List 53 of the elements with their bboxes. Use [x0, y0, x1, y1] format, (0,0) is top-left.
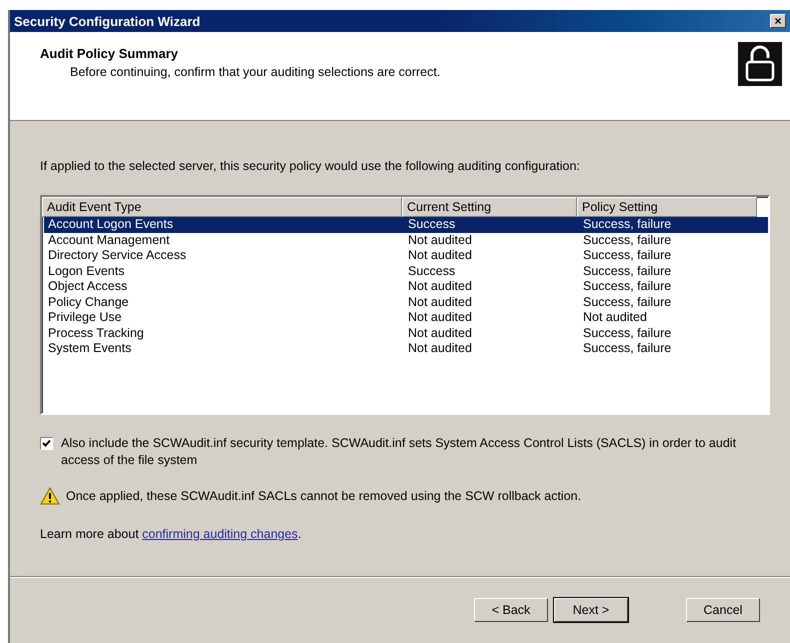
table-cell-text: Not audited — [407, 248, 473, 264]
list-row[interactable]: Process Tracking Not audited Success, failure — [44, 326, 768, 341]
page-title: Audit Policy Summary — [40, 46, 179, 61]
table-cell-text: Account Management — [47, 232, 171, 248]
back-button[interactable]: < Back — [474, 598, 548, 622]
checkbox-label: Also include the SCWAudit.inf security template. SCWAudit.inf sets System Access Control Lists (SACLS) in order to audit access of the file system — [61, 435, 738, 469]
close-button[interactable]: × — [770, 14, 786, 28]
table-cell-text: Success, failure — [582, 326, 672, 341]
table-cell-text: Directory Service Access — [47, 248, 188, 264]
cancel-button[interactable]: Cancel — [686, 598, 760, 622]
warning-text: Once applied, these SCWAudit.inf SACLs cannot be removed using the SCW rollback action. — [66, 489, 582, 503]
table-cell-text: Not audited — [407, 232, 473, 248]
column-header[interactable]: Audit Event Type — [42, 197, 402, 217]
list-row[interactable]: Account Logon Events Success Success, failure — [44, 217, 768, 232]
table-cell-text: Success, failure — [582, 341, 672, 356]
table-cell-text: Success — [407, 264, 456, 279]
window-title: Security Configuration Wizard — [14, 14, 200, 28]
table-cell-text: Object Access — [47, 279, 128, 294]
list-row[interactable]: Logon Events Success Success, failure — [44, 264, 768, 279]
table-cell-text: Process Tracking — [47, 326, 145, 341]
column-header[interactable]: Policy Setting — [577, 197, 757, 217]
table-cell-text: System Events — [47, 341, 132, 356]
table-cell-text: Not audited — [407, 279, 473, 294]
table-cell-text: Not audited — [582, 310, 648, 326]
table-cell-text: Success, failure — [582, 264, 672, 279]
table-cell-text: Policy Change — [47, 294, 130, 310]
table-cell-text: Privilege Use — [47, 310, 123, 326]
page-subtitle: Before continuing, confirm that your auditing selections are correct. — [70, 65, 440, 79]
table-cell-text: Logon Events — [47, 264, 126, 279]
table-cell-text: Not audited — [407, 326, 473, 341]
table-cell-text: Not audited — [407, 310, 473, 326]
table-cell-text: Success, failure — [582, 217, 672, 232]
list-row[interactable]: System Events Not audited Success, failure — [44, 341, 768, 356]
table-cell-text: Success — [407, 217, 456, 232]
table-cell-text: Success, failure — [582, 294, 672, 310]
list-row[interactable]: Object Access Not audited Success, failure — [44, 279, 768, 294]
intro-text: If applied to the selected server, this security policy would use the following auditing configuration: — [40, 159, 581, 173]
table-cell-text: Not audited — [407, 294, 473, 310]
table-cell-text: Success, failure — [582, 232, 672, 248]
table-cell-text: Success, failure — [582, 279, 672, 294]
help-link[interactable]: confirming auditing changes — [142, 527, 298, 541]
list-row[interactable]: Account Management Not audited Success, failure — [44, 232, 768, 248]
column-header[interactable]: Current Setting — [402, 197, 577, 217]
list-row[interactable]: Policy Change Not audited Success, failure — [44, 294, 768, 310]
table-cell-text: Not audited — [407, 341, 473, 356]
warning-icon — [40, 487, 60, 505]
table-cell-text: Account Logon Events — [47, 217, 174, 232]
learn-more-text: Learn more about confirming auditing changes. — [40, 527, 302, 541]
checkbox[interactable] — [40, 437, 53, 450]
table-cell-text: Success, failure — [582, 248, 672, 264]
list-row[interactable]: Privilege Use Not audited Not audited — [44, 310, 768, 326]
next-button[interactable]: Next > — [554, 598, 628, 622]
list-row[interactable]: Directory Service Access Not audited Success, failure — [44, 248, 768, 264]
